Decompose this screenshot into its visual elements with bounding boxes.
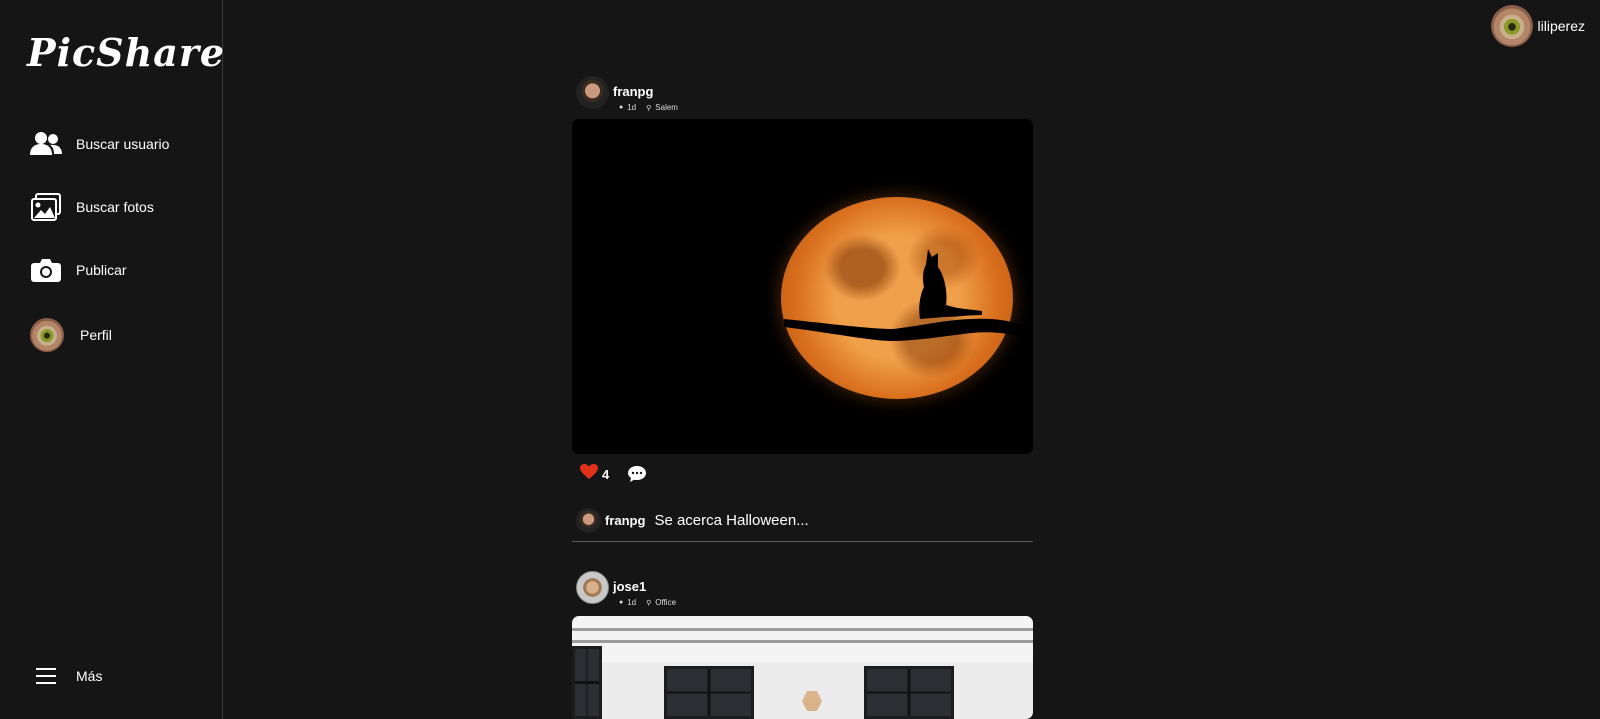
sidebar-item-label: Publicar bbox=[76, 262, 127, 278]
post-time: 1d bbox=[627, 103, 637, 112]
sidebar-item-label: Perfil bbox=[80, 327, 112, 343]
post-header: franpg ● 1d ⚲ Salem bbox=[572, 75, 1033, 119]
caption-text: Se acerca Halloween... bbox=[654, 512, 809, 529]
clock-icon: ● bbox=[619, 599, 624, 606]
menu-icon bbox=[30, 660, 62, 692]
post-author-avatar[interactable] bbox=[576, 571, 609, 604]
camera-icon bbox=[30, 254, 62, 286]
feed-post: jose1 ● 1d ⚲ Office bbox=[572, 570, 1033, 719]
ceiling-pipe bbox=[572, 640, 1033, 643]
post-meta: ● 1d ⚲ Salem bbox=[619, 103, 678, 112]
like-button[interactable] bbox=[580, 463, 598, 485]
heart-icon bbox=[580, 463, 598, 479]
sidebar-item-label: Buscar usuario bbox=[76, 136, 170, 152]
comment-icon bbox=[628, 466, 647, 482]
location-pin-icon: ⚲ bbox=[646, 104, 652, 112]
office-window bbox=[664, 666, 754, 719]
office-photo[interactable] bbox=[572, 616, 1033, 719]
current-user-name: liliperez bbox=[1537, 18, 1585, 34]
likes-count: 4 bbox=[602, 466, 610, 482]
current-user-avatar bbox=[1490, 5, 1533, 47]
feed-post: franpg ● 1d ⚲ Salem 4 franpg Se acerca H… bbox=[572, 75, 1033, 542]
sidebar-item-profile[interactable]: Perfil bbox=[30, 315, 112, 355]
sidebar-item-publish[interactable]: Publicar bbox=[30, 250, 127, 290]
moon-cat-photo[interactable] bbox=[572, 119, 1033, 454]
post-author-name[interactable]: jose1 bbox=[613, 579, 676, 595]
sidebar-item-search-users[interactable]: Buscar usuario bbox=[30, 124, 169, 164]
sidebar-item-search-photos[interactable]: Buscar fotos bbox=[30, 187, 154, 227]
sidebar-item-label: Buscar fotos bbox=[76, 199, 154, 215]
post-header: jose1 ● 1d ⚲ Office bbox=[572, 570, 1033, 616]
post-location[interactable]: Salem bbox=[655, 103, 678, 112]
sidebar-more-label: Más bbox=[76, 668, 103, 684]
post-location[interactable]: Office bbox=[655, 598, 676, 607]
images-icon bbox=[30, 191, 62, 223]
post-author-name[interactable]: franpg bbox=[613, 84, 678, 100]
caption-author-name[interactable]: franpg bbox=[605, 513, 645, 528]
clock-icon: ● bbox=[619, 104, 624, 111]
profile-avatar bbox=[30, 318, 64, 352]
app-logo[interactable]: PicShare bbox=[27, 30, 225, 75]
wall-decor-hexagon bbox=[802, 691, 822, 711]
post-author-avatar[interactable] bbox=[576, 76, 609, 109]
sidebar: PicShare Buscar usuario Buscar fotos Pub… bbox=[0, 0, 225, 719]
office-window bbox=[572, 646, 602, 719]
office-window bbox=[864, 666, 954, 719]
cat-branch-silhouette bbox=[784, 249, 1033, 341]
current-user-menu[interactable]: liliperez bbox=[1490, 5, 1585, 47]
users-icon bbox=[30, 128, 62, 160]
post-actions: 4 bbox=[572, 454, 1033, 494]
post-time: 1d bbox=[627, 598, 637, 607]
post-caption: franpg Se acerca Halloween... bbox=[572, 500, 1033, 542]
post-meta: ● 1d ⚲ Office bbox=[619, 598, 676, 607]
caption-author-avatar[interactable] bbox=[576, 508, 601, 533]
comment-button[interactable] bbox=[627, 465, 647, 483]
ceiling-pipe bbox=[572, 628, 1033, 631]
location-pin-icon: ⚲ bbox=[646, 599, 652, 607]
sidebar-more-button[interactable]: Más bbox=[30, 656, 102, 696]
